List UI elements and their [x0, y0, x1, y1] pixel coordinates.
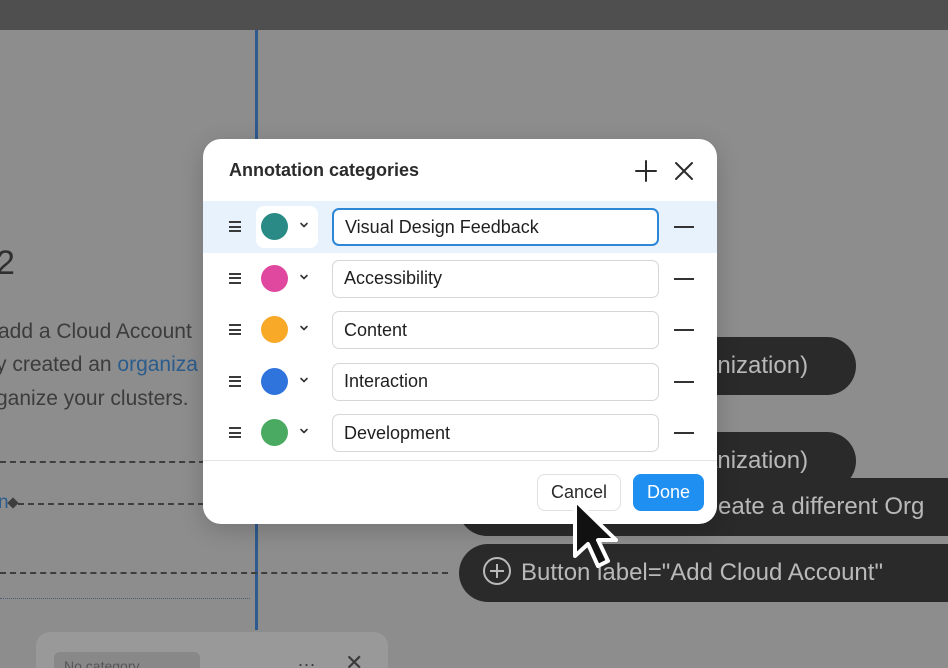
annotation-categories-dialog: Annotation categories Visual Design Feed… [203, 139, 717, 524]
background-text-line-1: add a Cloud Account [0, 320, 192, 343]
category-row [203, 253, 717, 305]
drag-handle-icon[interactable] [229, 272, 241, 284]
category-name-input[interactable] [332, 362, 659, 401]
minus-icon [674, 329, 694, 331]
category-row [203, 201, 717, 253]
color-swatch [261, 419, 288, 446]
color-picker-button[interactable] [256, 361, 318, 403]
color-swatch [261, 213, 288, 240]
annotation-pill-text: eate a different Org [718, 493, 925, 520]
close-icon: ✕ [345, 650, 364, 668]
color-picker-button[interactable] [256, 412, 318, 454]
background-heading: 2 [0, 244, 15, 282]
remove-category-button[interactable] [674, 269, 694, 289]
color-swatch [261, 367, 288, 395]
top-bar [0, 0, 948, 30]
background-text-line-2-prefix: y created an [0, 353, 118, 376]
minus-icon [674, 432, 694, 434]
chevron-down-icon [299, 426, 309, 436]
annotation-pill-text: Button label="Add Cloud Account" [521, 559, 883, 586]
category-name-input[interactable] [332, 259, 659, 298]
minus-icon [674, 380, 694, 383]
drag-handle-icon[interactable] [229, 221, 241, 232]
color-picker-button[interactable] [256, 258, 318, 300]
cancel-button[interactable]: Cancel [537, 474, 621, 511]
annotation-pill-text: anization) [704, 352, 809, 379]
more-icon: ... [298, 650, 317, 668]
chevron-down-icon [299, 375, 309, 385]
annotation-pill-add-cloud-account: Button label="Add Cloud Account" [459, 544, 948, 602]
minus-icon [674, 277, 694, 280]
drag-handle-icon[interactable] [229, 427, 241, 438]
dialog-footer: Cancel Done [203, 460, 717, 524]
background-organization-link: organiza [117, 353, 198, 376]
color-swatch [261, 316, 288, 343]
category-row [203, 304, 717, 356]
frame-bottom-guide [0, 598, 250, 599]
category-chip: No category [54, 652, 200, 668]
annotation-connector-line [18, 503, 204, 505]
category-name-input[interactable] [332, 311, 659, 349]
background-text-line-2: y created an organiza [0, 353, 198, 377]
chevron-down-icon [299, 323, 309, 333]
add-category-button[interactable] [633, 158, 659, 184]
close-dialog-button[interactable] [671, 158, 697, 184]
annotation-connector-line [0, 461, 205, 463]
category-list [203, 201, 717, 459]
color-picker-button[interactable] [256, 206, 318, 248]
color-swatch [261, 264, 288, 292]
chevron-down-icon [299, 272, 309, 282]
color-picker-button[interactable] [256, 309, 318, 351]
annotation-pill-text: anization) [704, 447, 809, 474]
category-row [203, 407, 717, 459]
done-button[interactable]: Done [633, 474, 704, 511]
plus-icon [635, 160, 657, 182]
category-name-input[interactable] [332, 414, 659, 452]
remove-category-button[interactable] [674, 372, 694, 392]
category-row [203, 356, 717, 408]
background-text-line-3: ganize your clusters. [0, 387, 189, 410]
dialog-title: Annotation categories [229, 160, 420, 180]
plus-circle-icon [483, 557, 511, 585]
dialog-header: Annotation categories [203, 139, 717, 201]
minus-icon [674, 226, 694, 228]
remove-category-button[interactable] [674, 423, 694, 443]
drag-handle-icon[interactable] [229, 324, 241, 335]
chevron-down-icon [299, 220, 309, 230]
annotation-connector-line [0, 572, 448, 574]
remove-category-button[interactable] [674, 217, 694, 237]
close-icon [675, 162, 693, 180]
drag-handle-icon[interactable] [229, 375, 241, 387]
category-name-input[interactable] [332, 208, 659, 246]
remove-category-button[interactable] [674, 320, 694, 340]
